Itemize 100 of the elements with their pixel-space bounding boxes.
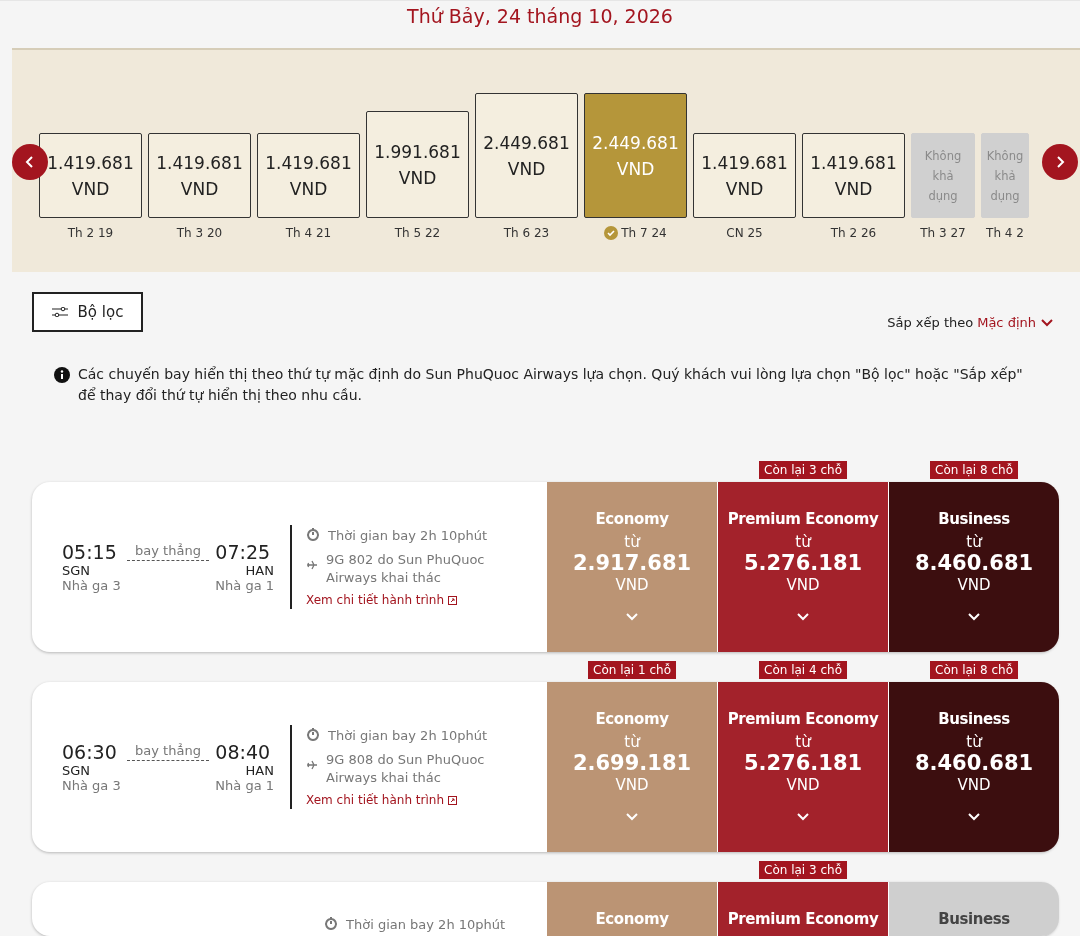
- sliders-icon: [51, 307, 68, 317]
- date-price-card[interactable]: 1.419.681 VND: [802, 133, 905, 218]
- origin-terminal: Nhà ga 3: [62, 778, 121, 793]
- origin-terminal: Nhà ga 3: [62, 578, 121, 593]
- from-text: từ: [966, 734, 982, 750]
- fare-price: 5.276.181: [743, 550, 863, 576]
- currency-text: VND: [786, 576, 820, 594]
- duration-text: Thời gian bay 2h 10phút: [328, 527, 488, 545]
- fare-price: 2.699.181: [572, 750, 692, 776]
- fare-price: 5.276.181: [743, 750, 863, 776]
- from-text: từ: [624, 534, 640, 550]
- info-icon: [54, 367, 70, 383]
- currency-text: VND: [616, 157, 655, 181]
- price-text: 1.991.681: [374, 140, 461, 164]
- sort-label: Sắp xếp theo: [887, 314, 974, 330]
- currency-text: VND: [398, 166, 437, 190]
- cabin-name: Business: [938, 910, 1010, 928]
- destination-terminal: Nhà ga 1: [215, 578, 274, 593]
- stopwatch-icon: [324, 916, 338, 930]
- date-price-card[interactable]: 1.991.681 VND: [366, 111, 469, 218]
- cabin-name: Business: [938, 710, 1010, 728]
- currency-text: VND: [71, 177, 110, 201]
- price-text: 1.419.681: [810, 151, 897, 175]
- duration-text: Thời gian bay 2h 10phút: [328, 727, 488, 745]
- price-text: 1.419.681: [47, 151, 134, 175]
- day-label: Th 2 19: [67, 226, 114, 240]
- cabin-name: Business: [938, 510, 1010, 528]
- seats-left-badge: Còn lại 8 chỗ: [930, 661, 1018, 679]
- date-price-card[interactable]: 1.419.681 VND: [257, 133, 360, 218]
- day-label: Th 5 22: [394, 226, 441, 240]
- next-button[interactable]: [1042, 144, 1078, 180]
- cabin-name: Economy: [595, 510, 669, 528]
- date-price-card[interactable]: 1.419.681 VND: [39, 133, 142, 218]
- price-text: 1.419.681: [265, 151, 352, 175]
- day-label: Th 6 23: [503, 226, 550, 240]
- destination-code: HAN: [244, 763, 274, 778]
- arrival-time: 07:25: [215, 541, 272, 563]
- operator-text: 9G 802 do Sun PhuQuoc Airways khai thác: [326, 551, 486, 587]
- price-text: 1.419.681: [156, 151, 243, 175]
- operator-text: 9G 808 do Sun PhuQuoc Airways khai thác: [326, 751, 486, 787]
- stopwatch-icon: [306, 727, 320, 741]
- currency-text: VND: [786, 776, 820, 794]
- currency-text: VND: [507, 157, 546, 181]
- stopwatch-icon: [306, 527, 320, 541]
- destination-code: HAN: [244, 563, 274, 578]
- origin-code: SGN: [62, 763, 92, 778]
- cabin-name: Economy: [595, 910, 669, 928]
- currency-text: VND: [957, 776, 991, 794]
- cabin-name: Premium Economy: [727, 510, 879, 528]
- itinerary-link[interactable]: Xem chi tiết hành trình: [306, 793, 536, 807]
- itinerary-link[interactable]: Xem chi tiết hành trình: [306, 593, 536, 607]
- day-label: Th 2 26: [830, 226, 877, 240]
- check-circle-icon: [604, 226, 619, 240]
- date-price-card[interactable]: 1.419.681 VND: [148, 133, 251, 218]
- plane-icon: [306, 559, 318, 571]
- from-text: từ: [966, 534, 982, 550]
- currency-text: VND: [615, 776, 649, 794]
- day-label: Th 4 2: [986, 226, 1024, 240]
- departure-time: 06:30: [62, 741, 118, 763]
- currency-text: VND: [957, 576, 991, 594]
- from-text: từ: [795, 534, 811, 550]
- currency-text: VND: [615, 576, 649, 594]
- date-price-card[interactable]: 1.419.681 VND: [693, 133, 796, 218]
- cabin-name: Premium Economy: [727, 710, 879, 728]
- arrival-time: 08:40: [215, 741, 272, 763]
- day-label: Th 7 24: [621, 226, 667, 240]
- external-link-icon: [448, 595, 458, 605]
- from-text: từ: [795, 734, 811, 750]
- price-text: 2.449.681: [592, 131, 679, 155]
- date-price-card[interactable]: 2.449.681 VND: [475, 93, 578, 218]
- seats-left-badge: Còn lại 3 chỗ: [759, 461, 847, 479]
- currency-text: VND: [180, 177, 219, 201]
- day-label: CN 25: [726, 226, 763, 240]
- origin-code: SGN: [62, 563, 92, 578]
- stop-text: bay thẳng: [126, 543, 210, 561]
- departure-time: 05:15: [62, 541, 118, 563]
- sort-dropdown[interactable]: Mặc định: [977, 314, 1054, 330]
- cabin-name: Economy: [595, 710, 669, 728]
- seats-left-badge: Còn lại 4 chỗ: [759, 661, 847, 679]
- external-link-icon: [448, 795, 458, 805]
- price-text: 1.419.681: [701, 151, 788, 175]
- currency-text: VND: [289, 177, 328, 201]
- info-text: Các chuyến bay hiển thị theo thứ tự mặc định do Sun PhuQuoc Airways lựa chọn. Quý khách vui lòng lựa chọn "Bộ lọc" hoặc "Sắp xếp" để thay đổi thứ tự hiển thị theo nhu cầu.: [78, 365, 1024, 405]
- unavailable-text: Không khả dụng: [985, 147, 1025, 205]
- unavailable-text: Không khả dụng: [923, 147, 963, 205]
- day-label: Th 3 27: [920, 226, 966, 240]
- day-label: Th 3 20: [176, 226, 223, 240]
- currency-text: VND: [725, 177, 764, 201]
- fare-price: 8.460.681: [914, 550, 1034, 576]
- fare-price: 8.460.681: [914, 750, 1034, 776]
- previous-button[interactable]: [12, 144, 48, 180]
- currency-text: VND: [834, 177, 873, 201]
- filter-button[interactable]: Bộ lọc: [32, 292, 143, 332]
- day-label: Th 4 21: [285, 226, 332, 240]
- from-text: từ: [624, 734, 640, 750]
- plane-icon: [306, 759, 318, 771]
- price-text: 2.449.681: [483, 131, 570, 155]
- cabin-name: Premium Economy: [727, 910, 879, 928]
- seats-left-badge: Còn lại 1 chỗ: [588, 661, 676, 679]
- fare-option[interactable]: Business: [889, 882, 1059, 936]
